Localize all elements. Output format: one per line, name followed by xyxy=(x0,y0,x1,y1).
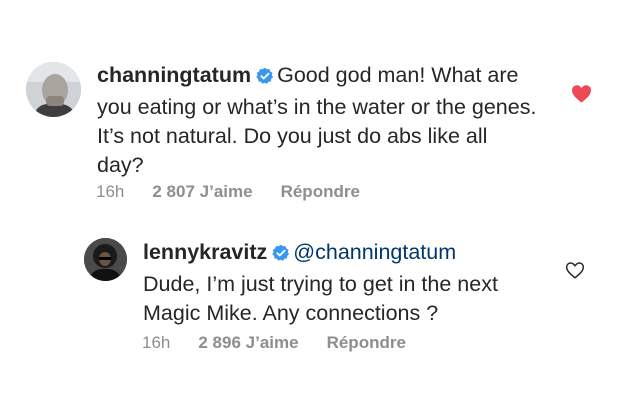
heart-outline-icon[interactable] xyxy=(565,261,585,284)
avatar-lennykravitz[interactable] xyxy=(84,238,127,281)
likes-count[interactable]: 2 807 J’aime xyxy=(152,182,252,201)
reply-button[interactable]: Répondre xyxy=(281,182,360,201)
comment-meta: 16h 2 807 J’aime Répondre xyxy=(96,182,388,202)
username[interactable]: lennykravitz xyxy=(143,240,267,264)
username[interactable]: channingtatum xyxy=(97,63,251,87)
avatar-photo xyxy=(26,62,81,117)
heart-filled-icon[interactable] xyxy=(571,84,592,108)
likes-count[interactable]: 2 896 J’aime xyxy=(198,333,298,352)
verified-badge-icon xyxy=(256,64,274,93)
comment-body: lennykravitz @channingtatum Dude, I’m just… xyxy=(143,238,553,328)
comment-text: Dude, I’m just trying to get in the next… xyxy=(143,272,498,325)
comment-meta: 16h 2 896 J’aime Répondre xyxy=(142,333,434,353)
timestamp[interactable]: 16h xyxy=(142,333,170,352)
avatar-photo xyxy=(84,238,127,281)
mention-link[interactable]: @channingtatum xyxy=(293,240,456,264)
comment-body: channingtatum Good god man! What are you … xyxy=(97,61,537,180)
timestamp[interactable]: 16h xyxy=(96,182,124,201)
reply-button[interactable]: Répondre xyxy=(327,333,406,352)
avatar-channingtatum[interactable] xyxy=(26,62,81,117)
verified-badge-icon xyxy=(272,241,290,270)
